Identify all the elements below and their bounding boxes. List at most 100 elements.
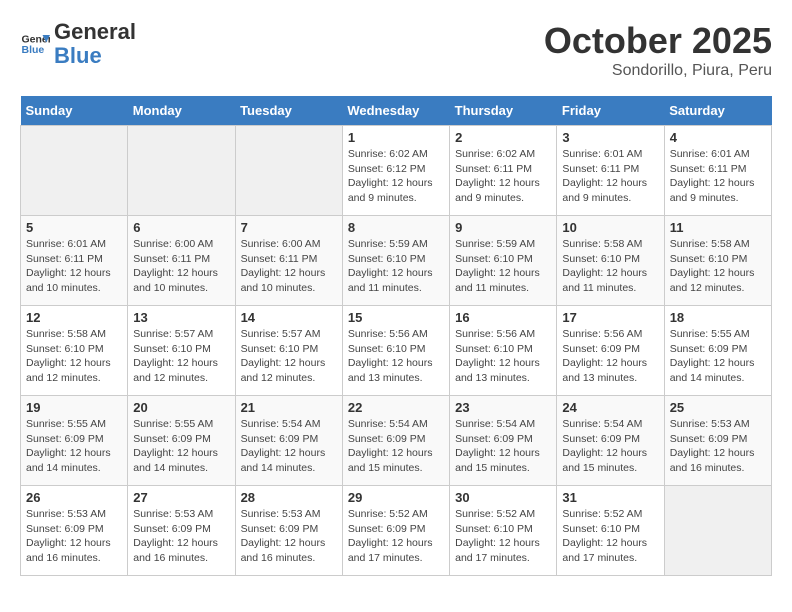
day-number: 13 [133,310,229,325]
day-number: 11 [670,220,766,235]
calendar-cell: 9Sunrise: 5:59 AM Sunset: 6:10 PM Daylig… [450,216,557,306]
title-block: October 2025 Sondorillo, Piura, Peru [544,20,772,80]
calendar-cell: 13 Sunrise: 5:57 AM Sunset: 6:10 PM Dayli… [128,306,235,396]
calendar-cell: 31 Sunrise: 5:52 AM Sunset: 6:10 PM Dayli… [557,486,664,576]
day-number: 25 [670,400,766,415]
calendar-week-row: 12 Sunrise: 5:58 AM Sunset: 6:10 PM Dayli… [21,306,772,396]
day-info: Sunrise: 6:00 AM Sunset: 6:11 PM Dayligh… [241,237,337,296]
day-info: Sunrise: 5:54 AM Sunset: 6:09 PM Dayligh… [562,417,658,476]
logo: General Blue General Blue [20,20,136,68]
day-number: 2 [455,130,551,145]
day-info: Sunrise: 6:01 AM Sunset: 6:11 PM Dayligh… [26,237,122,296]
calendar-cell: 25 Sunrise: 5:53 AM Sunset: 6:09 PM Dayli… [664,396,771,486]
day-number: 4 [670,130,766,145]
day-info: Sunrise: 6:01 AM Sunset: 6:11 PM Dayligh… [670,147,766,206]
day-number: 18 [670,310,766,325]
day-number: 9 [455,220,551,235]
day-info: Sunrise: 5:56 AM Sunset: 6:10 PM Dayligh… [348,327,444,386]
calendar-cell: 22 Sunrise: 5:54 AM Sunset: 6:09 PM Dayli… [342,396,449,486]
calendar-cell: 19 Sunrise: 5:55 AM Sunset: 6:09 PM Dayli… [21,396,128,486]
calendar-cell: 10 Sunrise: 5:58 AM Sunset: 6:10 PM Dayli… [557,216,664,306]
day-number: 30 [455,490,551,505]
calendar-cell: 12 Sunrise: 5:58 AM Sunset: 6:10 PM Dayli… [21,306,128,396]
day-number: 29 [348,490,444,505]
day-number: 21 [241,400,337,415]
calendar-cell: 7 Sunrise: 6:00 AM Sunset: 6:11 PM Daylig… [235,216,342,306]
day-number: 16 [455,310,551,325]
day-number: 24 [562,400,658,415]
day-info: Sunrise: 5:54 AM Sunset: 6:09 PM Dayligh… [455,417,551,476]
weekday-header: Wednesday [342,96,449,126]
calendar-week-row: 1Sunrise: 6:02 AM Sunset: 6:12 PM Daylig… [21,126,772,216]
calendar-cell: 17 Sunrise: 5:56 AM Sunset: 6:09 PM Dayli… [557,306,664,396]
day-info: Sunrise: 5:55 AM Sunset: 6:09 PM Dayligh… [133,417,229,476]
calendar-cell: 3 Sunrise: 6:01 AM Sunset: 6:11 PM Daylig… [557,126,664,216]
day-number: 22 [348,400,444,415]
calendar-week-row: 26 Sunrise: 5:53 AM Sunset: 6:09 PM Dayli… [21,486,772,576]
day-number: 28 [241,490,337,505]
month-title: October 2025 [544,20,772,62]
calendar-cell: 20 Sunrise: 5:55 AM Sunset: 6:09 PM Dayli… [128,396,235,486]
calendar-cell [235,126,342,216]
day-info: Sunrise: 5:52 AM Sunset: 6:09 PM Dayligh… [348,507,444,566]
calendar-table: SundayMondayTuesdayWednesdayThursdayFrid… [20,96,772,576]
day-info: Sunrise: 6:02 AM Sunset: 6:11 PM Dayligh… [455,147,551,206]
calendar-cell: 11 Sunrise: 5:58 AM Sunset: 6:10 PM Dayli… [664,216,771,306]
weekday-header: Friday [557,96,664,126]
calendar-cell: 16 Sunrise: 5:56 AM Sunset: 6:10 PM Dayli… [450,306,557,396]
calendar-cell: 14Sunrise: 5:57 AM Sunset: 6:10 PM Dayli… [235,306,342,396]
calendar-cell: 29 Sunrise: 5:52 AM Sunset: 6:09 PM Dayli… [342,486,449,576]
logo-text: General Blue [54,20,136,68]
calendar-cell: 24 Sunrise: 5:54 AM Sunset: 6:09 PM Dayli… [557,396,664,486]
day-number: 26 [26,490,122,505]
day-number: 31 [562,490,658,505]
location: Sondorillo, Piura, Peru [544,62,772,80]
day-info: Sunrise: 5:53 AM Sunset: 6:09 PM Dayligh… [241,507,337,566]
calendar-cell: 15Sunrise: 5:56 AM Sunset: 6:10 PM Dayli… [342,306,449,396]
day-number: 17 [562,310,658,325]
calendar-week-row: 19 Sunrise: 5:55 AM Sunset: 6:09 PM Dayli… [21,396,772,486]
day-number: 7 [241,220,337,235]
calendar-cell: 2 Sunrise: 6:02 AM Sunset: 6:11 PM Daylig… [450,126,557,216]
day-info: Sunrise: 5:57 AM Sunset: 6:10 PM Dayligh… [133,327,229,386]
calendar-cell: 30 Sunrise: 5:52 AM Sunset: 6:10 PM Dayli… [450,486,557,576]
calendar-cell: 18 Sunrise: 5:55 AM Sunset: 6:09 PM Dayli… [664,306,771,396]
day-info: Sunrise: 5:58 AM Sunset: 6:10 PM Dayligh… [670,237,766,296]
day-info: Sunrise: 5:56 AM Sunset: 6:10 PM Dayligh… [455,327,551,386]
day-info: Sunrise: 5:53 AM Sunset: 6:09 PM Dayligh… [133,507,229,566]
day-number: 19 [26,400,122,415]
weekday-header: Sunday [21,96,128,126]
day-info: Sunrise: 5:55 AM Sunset: 6:09 PM Dayligh… [26,417,122,476]
logo-icon: General Blue [20,29,50,59]
day-info: Sunrise: 5:54 AM Sunset: 6:09 PM Dayligh… [348,417,444,476]
day-number: 10 [562,220,658,235]
calendar-cell: 5Sunrise: 6:01 AM Sunset: 6:11 PM Daylig… [21,216,128,306]
day-info: Sunrise: 5:55 AM Sunset: 6:09 PM Dayligh… [670,327,766,386]
calendar-cell: 26 Sunrise: 5:53 AM Sunset: 6:09 PM Dayli… [21,486,128,576]
day-number: 27 [133,490,229,505]
day-info: Sunrise: 5:58 AM Sunset: 6:10 PM Dayligh… [562,237,658,296]
day-info: Sunrise: 6:00 AM Sunset: 6:11 PM Dayligh… [133,237,229,296]
day-info: Sunrise: 5:53 AM Sunset: 6:09 PM Dayligh… [670,417,766,476]
day-info: Sunrise: 5:54 AM Sunset: 6:09 PM Dayligh… [241,417,337,476]
day-info: Sunrise: 5:52 AM Sunset: 6:10 PM Dayligh… [562,507,658,566]
weekday-header: Saturday [664,96,771,126]
day-number: 12 [26,310,122,325]
svg-text:Blue: Blue [22,44,45,56]
day-number: 3 [562,130,658,145]
day-info: Sunrise: 5:53 AM Sunset: 6:09 PM Dayligh… [26,507,122,566]
day-info: Sunrise: 6:01 AM Sunset: 6:11 PM Dayligh… [562,147,658,206]
day-number: 1 [348,130,444,145]
calendar-cell: 4 Sunrise: 6:01 AM Sunset: 6:11 PM Daylig… [664,126,771,216]
weekday-header: Thursday [450,96,557,126]
day-info: Sunrise: 5:58 AM Sunset: 6:10 PM Dayligh… [26,327,122,386]
day-info: Sunrise: 5:56 AM Sunset: 6:09 PM Dayligh… [562,327,658,386]
calendar-cell: 23Sunrise: 5:54 AM Sunset: 6:09 PM Dayli… [450,396,557,486]
day-number: 8 [348,220,444,235]
calendar-cell [664,486,771,576]
day-info: Sunrise: 5:52 AM Sunset: 6:10 PM Dayligh… [455,507,551,566]
calendar-week-row: 5Sunrise: 6:01 AM Sunset: 6:11 PM Daylig… [21,216,772,306]
calendar-cell: 1Sunrise: 6:02 AM Sunset: 6:12 PM Daylig… [342,126,449,216]
calendar-cell: 21 Sunrise: 5:54 AM Sunset: 6:09 PM Dayli… [235,396,342,486]
day-number: 20 [133,400,229,415]
